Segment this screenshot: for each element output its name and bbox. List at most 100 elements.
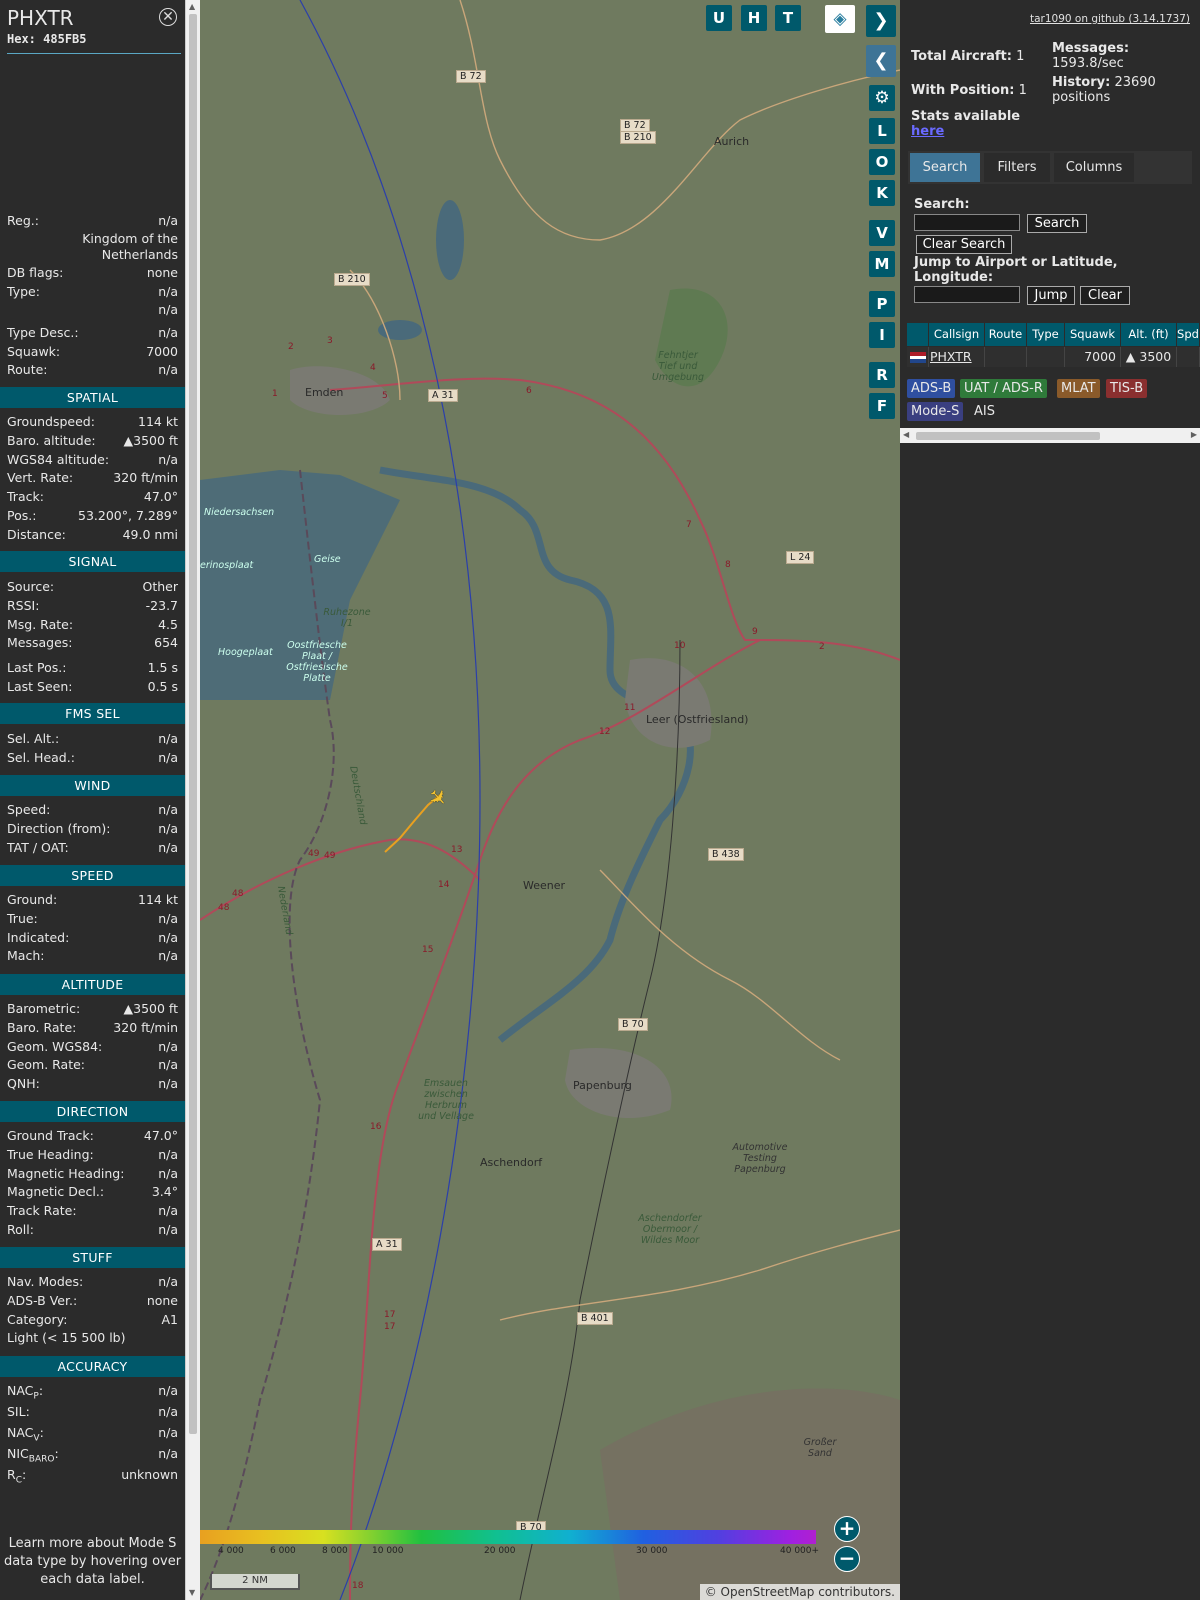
column-type[interactable]: Type bbox=[1027, 323, 1065, 346]
info-row-label: Type: bbox=[7, 283, 40, 301]
info-row: Sel. Alt.: n/a bbox=[7, 730, 178, 748]
info-row-label-text: Direction (from): bbox=[7, 820, 111, 836]
column-flag[interactable] bbox=[907, 323, 929, 346]
aircraft-info-panel: PHXTR ✕ Hex: 485FB5 Reg.: n/a Kingdom of t… bbox=[0, 0, 185, 1600]
tab-search[interactable]: Search bbox=[910, 153, 980, 182]
info-row-label: True: bbox=[7, 910, 38, 928]
info-row-value: n/a bbox=[158, 1076, 178, 1092]
column-squawk[interactable]: Squawk bbox=[1065, 323, 1121, 346]
toggle-u-button[interactable]: U bbox=[706, 5, 732, 31]
zoom-in-button[interactable]: + bbox=[834, 1516, 860, 1542]
map-urban-leer bbox=[625, 658, 712, 748]
info-row-value: n/a bbox=[158, 1274, 178, 1289]
info-row-label-text: Type: bbox=[7, 284, 40, 299]
scrollbar-thumb[interactable] bbox=[189, 14, 197, 1434]
scroll-down-icon[interactable]: ▼ bbox=[189, 1588, 195, 1597]
gear-icon[interactable]: ⚙ bbox=[869, 85, 895, 111]
toggle-h-button[interactable]: H bbox=[741, 5, 767, 31]
info-row-label: SIL: bbox=[7, 1403, 30, 1427]
info-row-label-text: Source: bbox=[7, 579, 55, 594]
info-row: Magnetic Decl.: 3.4° bbox=[7, 1183, 178, 1201]
close-icon[interactable]: ✕ bbox=[159, 8, 177, 26]
info-row-label-sub: BARO bbox=[28, 1454, 55, 1465]
aircraft-list-panel: tar1090 on github (3.14.1737) Total Airc… bbox=[900, 0, 1200, 1600]
scroll-left-icon[interactable]: ◀ bbox=[903, 430, 909, 439]
toggle-o-button[interactable]: O bbox=[869, 149, 895, 175]
info-row-value: Other bbox=[142, 579, 179, 594]
toggle-l-button[interactable]: L bbox=[869, 118, 895, 144]
info-row: QNH: n/a bbox=[7, 1075, 178, 1093]
info-row-label: Indicated: bbox=[7, 929, 69, 947]
clear-button[interactable]: Clear bbox=[1080, 286, 1130, 305]
scrollbar-thumb[interactable] bbox=[916, 432, 1100, 440]
junction-label: 49 bbox=[324, 851, 336, 861]
info-row-value: 7000 bbox=[146, 344, 178, 359]
info-row-label: Sel. Alt.: bbox=[7, 730, 59, 748]
info-row: Groundspeed: 114 kt bbox=[7, 413, 178, 431]
info-row-label: Geom. Rate: bbox=[7, 1056, 85, 1074]
search-button[interactable]: Search bbox=[1027, 214, 1087, 233]
info-panel-scrollbar[interactable]: ▲ ▼ bbox=[185, 0, 201, 1600]
scroll-up-icon[interactable]: ▲ bbox=[189, 2, 195, 11]
road-shield: B 401 bbox=[577, 1312, 613, 1325]
layers-icon[interactable]: ◈ bbox=[825, 5, 855, 33]
info-row: Route: n/a bbox=[7, 361, 178, 379]
tab-filters[interactable]: Filters bbox=[984, 153, 1050, 182]
toggle-p-button[interactable]: P bbox=[869, 291, 895, 317]
jump-button[interactable]: Jump bbox=[1027, 286, 1075, 305]
column-altitude[interactable]: Alt. (ft) bbox=[1121, 323, 1177, 346]
info-row-label-text: Geom. Rate: bbox=[7, 1057, 86, 1073]
github-link[interactable]: tar1090 on github (3.14.1737) bbox=[1030, 13, 1190, 25]
map-attribution[interactable]: © OpenStreetMap contributors. bbox=[699, 1584, 900, 1600]
info-row: Category: A1 bbox=[7, 1311, 178, 1329]
search-input[interactable] bbox=[914, 214, 1020, 231]
info-row-label-text: Route: bbox=[7, 362, 48, 377]
section-stuff: STUFF bbox=[0, 1247, 185, 1268]
row-type bbox=[1027, 347, 1065, 367]
row-callsign[interactable]: PHXTR bbox=[929, 347, 985, 367]
aircraft-hex: Hex: 485FB5 bbox=[7, 32, 87, 46]
map-view[interactable]: ✈ Aurich Emden Leer (Ostfriesland) Weene… bbox=[200, 0, 900, 1600]
zoom-out-button[interactable]: − bbox=[834, 1546, 860, 1572]
chevron-right-icon[interactable]: ❯ bbox=[866, 5, 896, 37]
info-row-value: n/a bbox=[158, 1446, 178, 1461]
info-row: Netherlands bbox=[7, 246, 178, 264]
chevron-left-icon[interactable]: ❮ bbox=[866, 45, 896, 77]
info-row-label: Magnetic Heading: bbox=[7, 1165, 124, 1183]
place-label: Aschendorf bbox=[480, 1156, 543, 1169]
with-position-label: With Position: bbox=[911, 83, 1015, 98]
info-row-label-text: Groundspeed: bbox=[7, 414, 95, 429]
toggle-m-button[interactable]: M bbox=[869, 251, 895, 277]
altitude-legend-label: 10 000 bbox=[372, 1546, 404, 1556]
place-label: Geise bbox=[314, 554, 341, 565]
jump-input[interactable] bbox=[914, 286, 1020, 303]
info-row-label-text: Baro. altitude: bbox=[7, 432, 96, 448]
source-modes-badge: Mode-S bbox=[907, 402, 964, 421]
junction-label: 4 bbox=[370, 363, 376, 373]
info-row: Pos.: 53.200°, 7.289° bbox=[7, 507, 178, 525]
toggle-f-button[interactable]: F bbox=[869, 393, 895, 419]
toggle-v-button[interactable]: V bbox=[869, 220, 895, 246]
info-row-label: Sel. Head.: bbox=[7, 749, 75, 767]
table-horizontal-scrollbar[interactable]: ◀ ▶ bbox=[900, 428, 1200, 443]
scroll-right-icon[interactable]: ▶ bbox=[1191, 430, 1197, 439]
column-speed[interactable]: Spd bbox=[1177, 323, 1200, 346]
info-row-label: Last Pos.: bbox=[7, 659, 66, 677]
toggle-r-button[interactable]: R bbox=[869, 362, 895, 388]
clear-search-button[interactable]: Clear Search bbox=[916, 235, 1012, 254]
column-route[interactable]: Route bbox=[985, 323, 1027, 346]
toggle-t-button[interactable]: T bbox=[775, 5, 801, 31]
place-label: Papenburg bbox=[573, 1079, 632, 1092]
toggle-k-button[interactable]: K bbox=[869, 180, 895, 206]
stats-available: Stats available here bbox=[911, 109, 1020, 139]
junction-label: 7 bbox=[686, 520, 692, 530]
column-callsign[interactable]: Callsign bbox=[929, 323, 985, 346]
stats-here-link[interactable]: here bbox=[911, 124, 944, 139]
tab-columns[interactable]: Columns bbox=[1054, 153, 1134, 182]
with-position-value: 1 bbox=[1018, 83, 1027, 98]
place-label: erinosplaat bbox=[200, 560, 254, 571]
info-row: n/a bbox=[7, 301, 178, 319]
toggle-i-button[interactable]: I bbox=[869, 322, 895, 348]
info-row-label: RC: bbox=[7, 1466, 26, 1490]
junction-label: 3 bbox=[327, 336, 333, 346]
